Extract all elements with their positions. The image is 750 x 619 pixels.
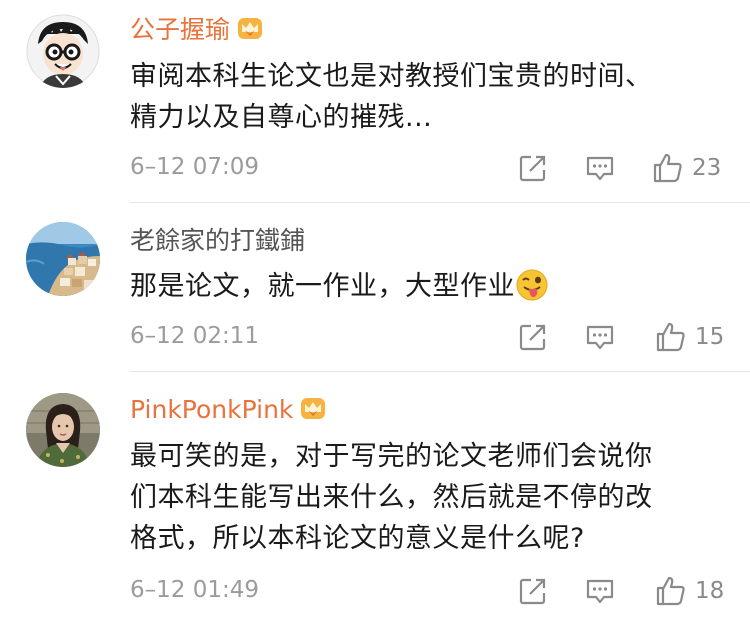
author-name[interactable]: 老餘家的打鐵鋪 <box>130 225 305 257</box>
comment-text: 那是论文，就一作业，大型作业 <box>130 266 710 307</box>
person-photo-avatar-icon <box>26 393 100 467</box>
like-button[interactable]: 18 <box>655 573 724 609</box>
comment-time: 6–12 02:11 <box>130 323 259 349</box>
avatar[interactable] <box>26 222 100 296</box>
share-button[interactable] <box>518 319 548 355</box>
comment-item: 公子握瑜 审阅本科生论文也是对教授们宝贵的时间、 精力以及自尊心的摧残... 6… <box>0 0 750 202</box>
cartoon-glasses-avatar-icon <box>26 14 100 88</box>
comment-text-line: 格式，所以本科论文的意义是什么呢? <box>130 523 585 554</box>
comment-item: PinkPonkPink 最可笑的是，对于写完的论文老师们会说你 们本科生能写出… <box>0 372 750 619</box>
like-count: 23 <box>692 155 722 181</box>
share-button[interactable] <box>518 150 548 186</box>
comment-time: 6–12 07:09 <box>130 154 259 180</box>
author-name[interactable]: PinkPonkPink <box>130 394 327 426</box>
reply-button[interactable] <box>585 319 615 355</box>
comment-time: 6–12 01:49 <box>130 577 259 603</box>
comment-text-line: 审阅本科生论文也是对教授们宝贵的时间、 <box>130 61 653 92</box>
author-name-text[interactable]: PinkPonkPink <box>130 395 293 424</box>
share-button[interactable] <box>518 573 548 609</box>
avatar[interactable] <box>26 393 100 467</box>
share-icon <box>519 155 546 182</box>
comment-text-line: 最可笑的是，对于写完的论文老师们会说你 <box>130 441 653 472</box>
author-name[interactable]: 公子握瑜 <box>130 14 264 46</box>
vip-crown-icon <box>238 18 263 39</box>
share-icon <box>519 324 546 351</box>
comment-icon <box>586 579 614 604</box>
like-count: 15 <box>695 324 725 350</box>
reply-button[interactable] <box>585 573 615 609</box>
comment-text-line: 那是论文，就一作业，大型作业 <box>130 271 515 302</box>
share-icon <box>519 578 546 605</box>
comment-icon <box>586 156 614 181</box>
thumbs-up-icon <box>656 322 685 352</box>
thumbs-up-icon <box>653 153 682 183</box>
comment-item: 老餘家的打鐵鋪 那是论文，就一作业，大型作业 6–12 02:11 15 <box>0 203 750 371</box>
comment-icon <box>586 325 614 350</box>
like-button[interactable]: 23 <box>652 150 721 186</box>
comment-text-line: 精力以及自尊心的摧残... <box>130 102 433 133</box>
reply-button[interactable] <box>585 150 615 186</box>
vip-crown-icon <box>301 398 326 419</box>
comment-text: 最可笑的是，对于写完的论文老师们会说你 们本科生能写出来什么，然后就是不停的改 … <box>130 436 710 559</box>
author-name-text[interactable]: 公子握瑜 <box>130 15 230 44</box>
comment-text: 审阅本科生论文也是对教授们宝贵的时间、 精力以及自尊心的摧残... <box>130 56 710 138</box>
tongue-wink-emoji-icon <box>516 269 548 300</box>
avatar[interactable] <box>26 14 100 88</box>
like-button[interactable]: 15 <box>655 319 724 355</box>
like-count: 18 <box>695 578 725 604</box>
coastal-town-avatar-icon <box>26 222 100 296</box>
thumbs-up-icon <box>656 576 685 606</box>
comment-text-line: 们本科生能写出来什么，然后就是不停的改 <box>130 482 653 513</box>
